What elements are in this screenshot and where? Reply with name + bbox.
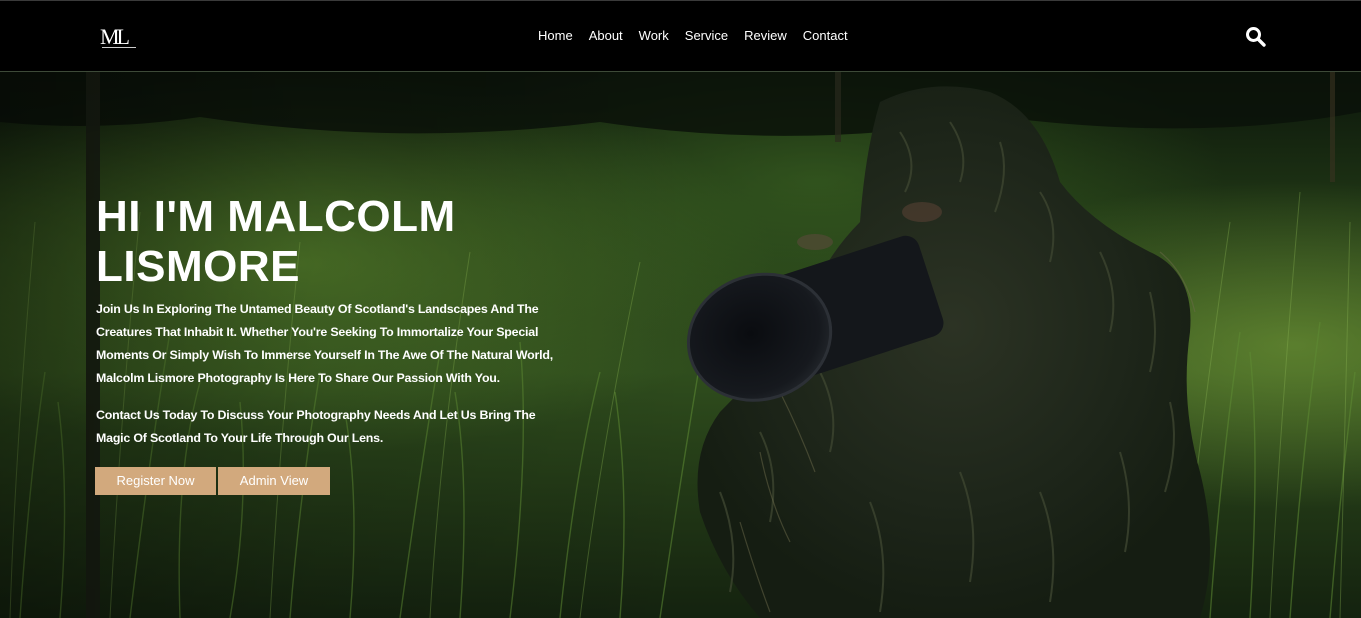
logo[interactable]: ML: [100, 25, 138, 49]
nav-review[interactable]: Review: [744, 26, 787, 46]
admin-view-button[interactable]: Admin View: [218, 467, 330, 495]
logo-text: ML: [100, 24, 130, 49]
page: ML Home About Work Service Review Contac…: [0, 0, 1361, 618]
main-nav: Home About Work Service Review Contact: [538, 26, 864, 46]
hero-title: HI I'M MALCOLM LISMORE: [96, 192, 456, 291]
hero-section: HI I'M MALCOLM LISMORE Join Us In Explor…: [0, 72, 1361, 618]
search-icon[interactable]: [1245, 26, 1267, 48]
nav-about[interactable]: About: [589, 26, 623, 46]
hero-description: Join Us In Exploring The Untamed Beauty …: [96, 302, 553, 385]
nav-contact[interactable]: Contact: [803, 26, 848, 46]
nav-home[interactable]: Home: [538, 26, 573, 46]
site-header: ML Home About Work Service Review Contac…: [0, 0, 1361, 72]
nav-work[interactable]: Work: [639, 26, 669, 46]
register-now-button[interactable]: Register Now: [95, 467, 216, 495]
nav-service[interactable]: Service: [685, 26, 728, 46]
hero-contact-text: Contact Us Today To Discuss Your Photogr…: [96, 408, 536, 445]
logo-underline: [102, 47, 136, 48]
